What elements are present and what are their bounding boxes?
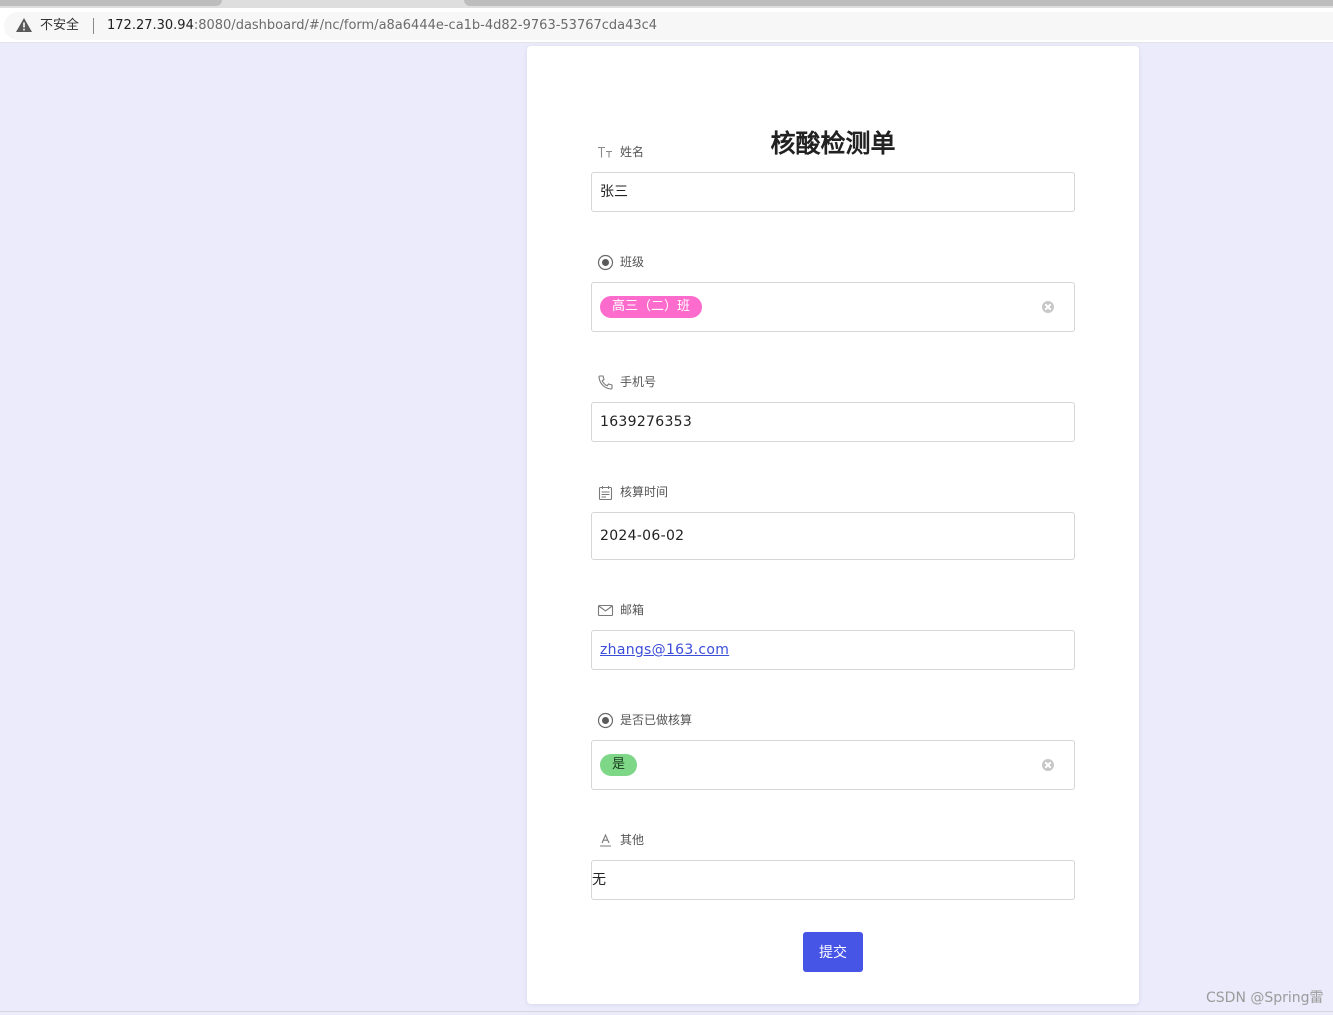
phone-icon (598, 374, 613, 390)
field-label-name: 姓名 (597, 143, 644, 161)
field-label-text: 手机号 (620, 375, 657, 389)
field-label-phone: 手机号 (597, 373, 656, 391)
class-select[interactable]: 高三（二）班 (591, 282, 1075, 332)
page-bottom-border (0, 1011, 1333, 1012)
field-label-date: 核算时间 (597, 483, 668, 501)
tested-tag[interactable]: 是 (600, 754, 638, 776)
long-text-icon (600, 833, 611, 847)
text-type-icon (598, 146, 612, 157)
date-input[interactable]: 2024-06-02 (591, 512, 1075, 560)
field-label-text: 其他 (620, 833, 645, 847)
field-label-text: 班级 (620, 255, 645, 269)
field-label-text: 姓名 (620, 145, 645, 159)
other-value: 无 (592, 872, 606, 888)
calendar-icon (598, 485, 613, 500)
tested-select[interactable]: 是 (591, 740, 1075, 790)
url-host: 172.27.30.94 (107, 18, 194, 33)
clear-icon[interactable] (1042, 759, 1054, 771)
browser-tab[interactable] (464, 0, 1333, 6)
name-input[interactable]: 张三 (591, 172, 1075, 212)
phone-input[interactable]: 1639276353 (591, 402, 1075, 442)
other-textarea[interactable]: 无 (591, 860, 1075, 900)
browser-tab[interactable] (0, 0, 222, 6)
address-divider (93, 18, 94, 34)
field-label-text: 核算时间 (620, 485, 669, 499)
mail-icon (597, 604, 614, 616)
email-link[interactable]: zhangs@163.com (600, 640, 729, 660)
field-label-text: 是否已做核算 (620, 713, 693, 727)
radio-select-icon (597, 254, 614, 270)
field-label-class: 班级 (597, 253, 644, 271)
name-value: 张三 (600, 184, 628, 200)
url-path: :8080/dashboard/#/nc/form/a8a6444e-ca1b-… (193, 18, 658, 33)
phone-value: 1639276353 (600, 414, 693, 430)
field-label-other: 其他 (597, 831, 644, 849)
security-status-label[interactable]: 不安全 (40, 17, 79, 34)
date-value: 2024-06-02 (600, 528, 685, 544)
warning-icon[interactable] (15, 17, 33, 33)
field-label-email: 邮箱 (597, 601, 644, 619)
email-input[interactable]: zhangs@163.com (591, 630, 1075, 670)
submit-button[interactable]: 提交 (803, 932, 863, 972)
class-tag[interactable]: 高三（二）班 (600, 296, 703, 318)
url-text[interactable]: 172.27.30.94:8080/dashboard/#/nc/form/a8… (107, 17, 657, 34)
field-label-text: 邮箱 (620, 603, 645, 617)
clear-icon[interactable] (1042, 301, 1054, 313)
radio-select-icon (597, 712, 614, 728)
field-label-tested: 是否已做核算 (597, 711, 692, 729)
address-bar[interactable]: 不安全 172.27.30.94:8080/dashboard/#/nc/for… (0, 8, 1333, 43)
watermark: CSDN @Spring雷 (1206, 990, 1324, 1006)
browser-tab-strip (0, 0, 1333, 8)
